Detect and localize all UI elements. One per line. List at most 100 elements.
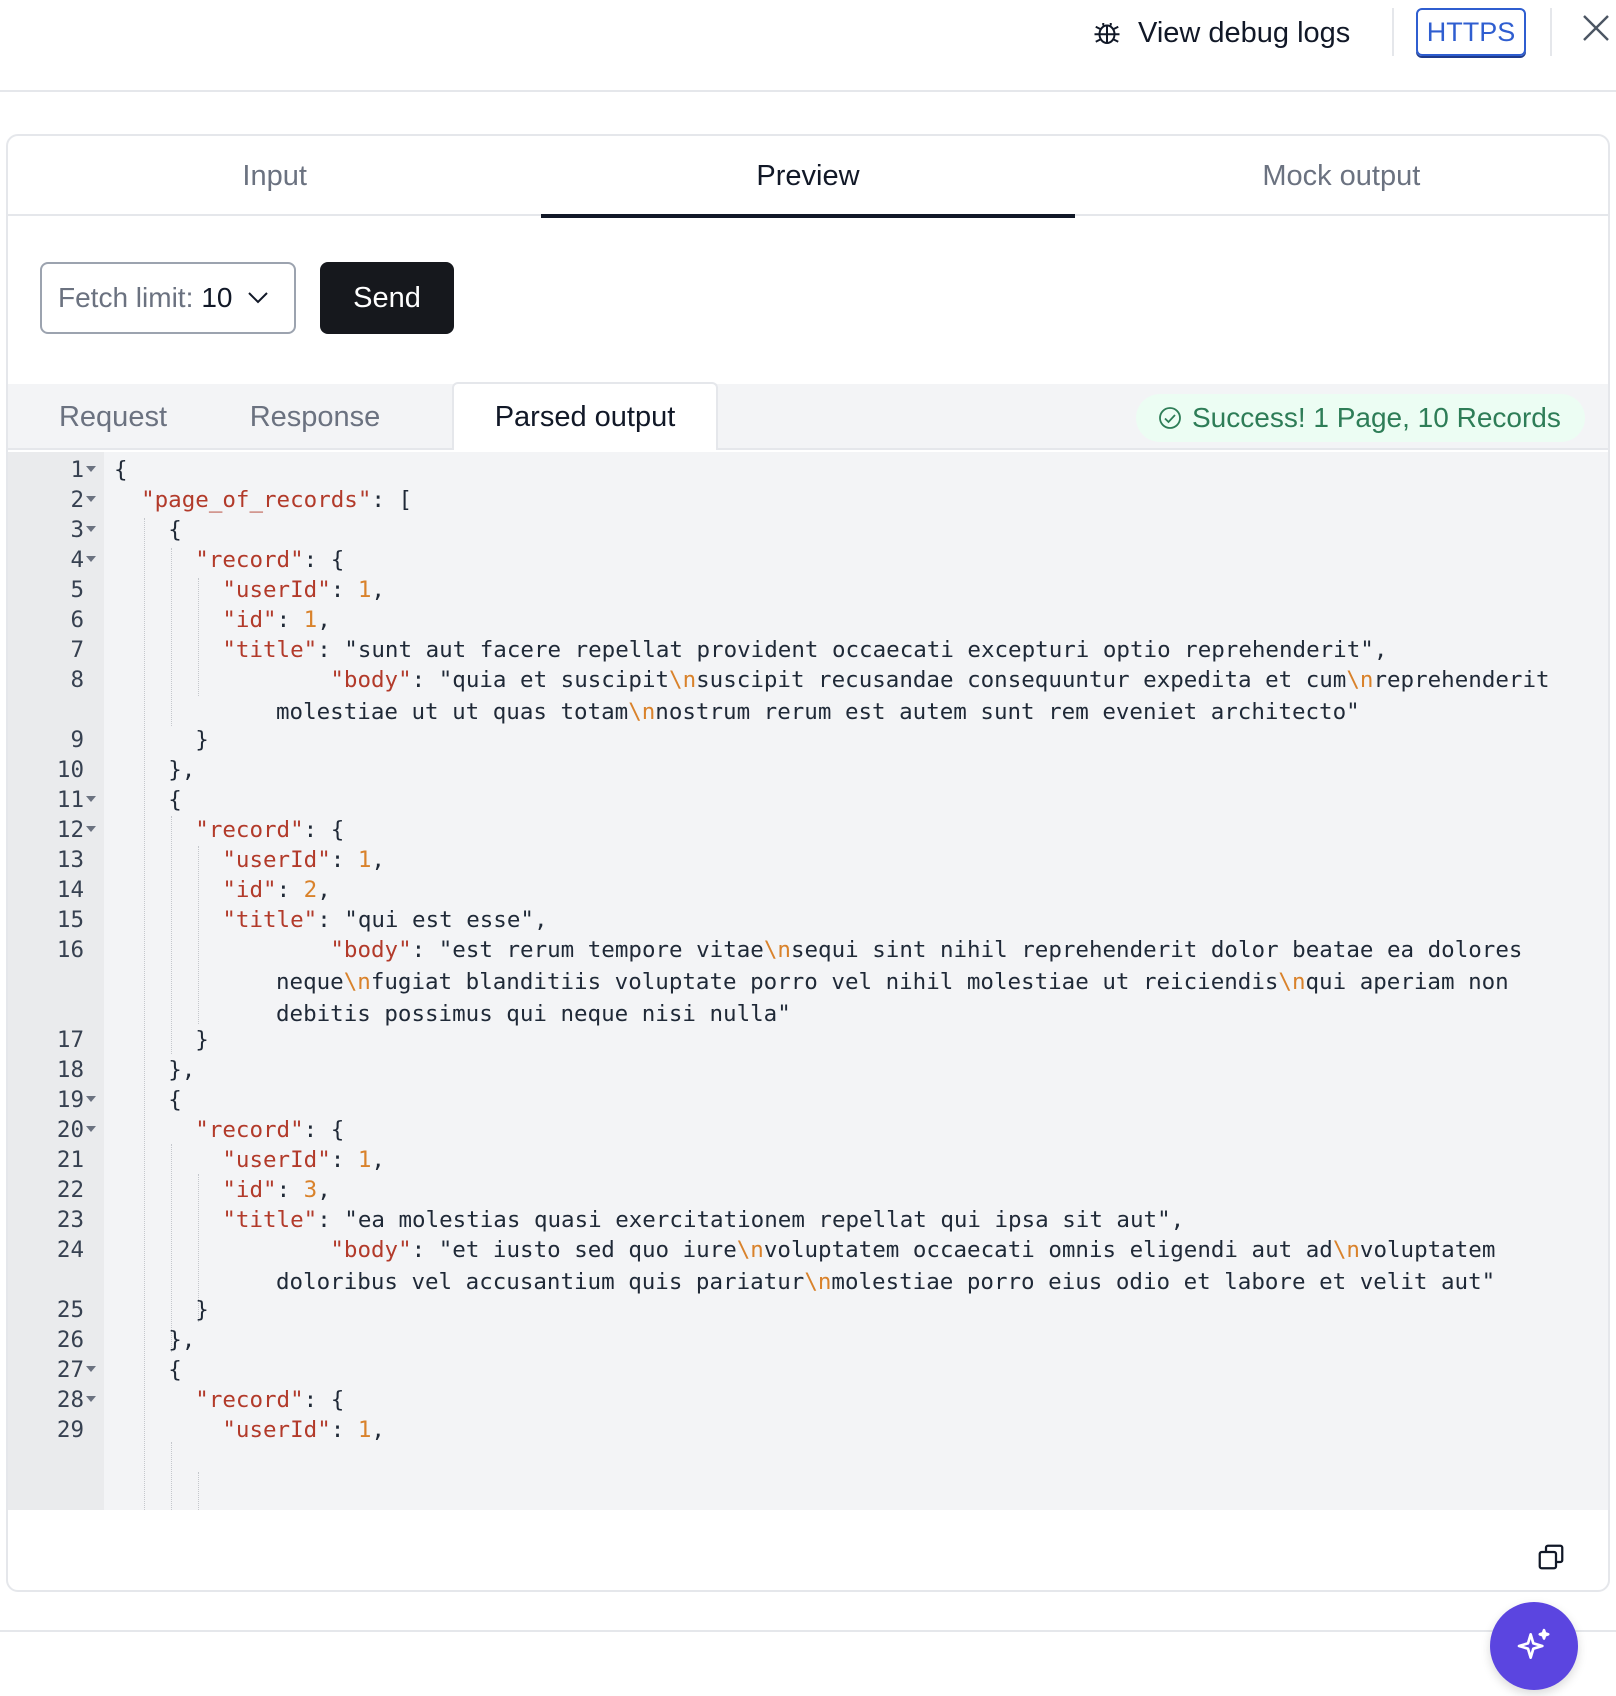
code-line: 7 "title": "sunt aut facere repellat pro… [8,634,1608,664]
json-key: "record" [195,547,304,573]
send-button[interactable]: Send [320,262,454,334]
escape-sequence: \n [763,937,791,963]
line-number: 16 [56,937,84,963]
code-line: 1 { [8,454,1608,484]
divider [1392,8,1394,56]
escape-sequence: \n [343,969,371,995]
line-number: 10 [56,757,84,783]
json-key: "id" [222,1177,277,1203]
line-number: 22 [56,1177,84,1203]
main-tabs: Input Preview Mock output [8,136,1608,218]
json-string: "quia et suscipit [438,667,670,693]
json-number: 2 [303,877,318,903]
status-badge: Success! 1 Page, 10 Records [1136,394,1585,442]
ai-assistant-button[interactable] [1490,1602,1578,1690]
fold-arrow-icon[interactable] [86,1126,96,1132]
json-string: nostrum rerum est autem sunt rem eveniet… [655,699,1360,725]
line-number: 13 [56,847,84,873]
line-number: 28 [56,1387,84,1413]
line-number: 20 [56,1117,84,1143]
code-text: "id": 2, [222,877,331,903]
close-icon[interactable] [1580,12,1612,44]
code-line: 20 "record": { [8,1114,1608,1144]
tab-preview[interactable]: Preview [541,136,1075,218]
json-string: "et iusto sed quo iure [438,1237,737,1263]
line-number: 17 [56,1027,84,1053]
json-key: "id" [222,607,277,633]
json-string: suscipit recusandae consequuntur expedit… [696,667,1347,693]
json-number: 1 [357,1417,372,1443]
code-text: }, [114,1327,196,1353]
code-text: { [114,1087,182,1113]
code-text: } [114,727,209,753]
fold-arrow-icon[interactable] [86,556,96,562]
escape-sequence: \n [1278,969,1306,995]
line-number: 24 [56,1237,84,1263]
fetch-limit-value: 10 [201,282,233,313]
json-key: "body" [330,667,412,693]
fetch-limit-label: Fetch limit: [58,282,194,313]
copy-icon[interactable] [1536,1542,1566,1572]
code-line: 24 "body": "et iusto sed quo iure\nvolup… [8,1234,1608,1295]
json-viewer[interactable]: 1 { 2 "page_of_records": [ 3 { 4 "record… [8,452,1608,1510]
code-text: "record": { [195,817,345,843]
chevron-down-icon [247,292,268,304]
code-text: "record": { [195,547,345,573]
code-text: } [114,1027,209,1053]
fold-arrow-icon[interactable] [86,496,96,502]
code-line: 13 "userId": 1, [8,844,1608,874]
json-number: 1 [357,1147,372,1173]
tab-request[interactable]: Request [38,384,188,450]
line-number: 29 [56,1417,84,1443]
code-text: }, [114,1057,196,1083]
code-line: 11 { [8,784,1608,814]
code-text: "id": 3, [222,1177,331,1203]
code-lines: 1 { 2 "page_of_records": [ 3 { 4 "record… [8,454,1608,1444]
code-line: 18 }, [8,1054,1608,1084]
escape-sequence: \n [804,1269,832,1295]
code-line: 3 { [8,514,1608,544]
fold-arrow-icon[interactable] [86,826,96,832]
code-line: 28 "record": { [8,1384,1608,1414]
fold-arrow-icon[interactable] [86,1396,96,1402]
line-number: 19 [56,1087,84,1113]
fold-arrow-icon[interactable] [86,1366,96,1372]
json-key: "record" [195,1117,304,1143]
json-key: "userId" [222,1417,331,1443]
tab-response[interactable]: Response [230,384,400,450]
json-key: "userId" [222,1147,331,1173]
line-number: 7 [70,637,84,663]
line-number: 25 [56,1297,84,1323]
code-text: "page_of_records": [ [141,487,413,513]
code-line: 22 "id": 3, [8,1174,1608,1204]
code-text: }, [114,757,196,783]
view-debug-logs-link[interactable]: View debug logs [1092,12,1350,54]
code-text: "body": "et iusto sed quo iure\nvoluptat… [276,1237,1509,1295]
tab-input[interactable]: Input [8,136,541,216]
json-key: "body" [330,937,412,963]
escape-sequence: \n [1332,1237,1360,1263]
line-number: 6 [70,607,84,633]
sparkle-icon [1517,1628,1550,1659]
line-number: 1 [70,457,84,483]
fetch-limit-select[interactable]: Fetch limit: 10 [40,262,296,334]
https-badge[interactable]: HTTPS [1416,8,1526,56]
json-key: "page_of_records" [141,487,372,513]
fold-arrow-icon[interactable] [86,1096,96,1102]
code-line: 15 "title": "qui est esse", [8,904,1608,934]
fold-arrow-icon[interactable] [86,466,96,472]
code-text: "body": "est rerum tempore vitae\nsequi … [276,937,1536,1027]
fold-arrow-icon[interactable] [86,796,96,802]
tab-parsed-output[interactable]: Parsed output [452,382,718,450]
json-key: "title" [222,637,318,663]
json-string: "ea molestias quasi exercitationem repel… [344,1207,1171,1233]
json-string: "sunt aut facere repellat provident occa… [344,637,1374,663]
code-line: 10 }, [8,754,1608,784]
bug-icon [1094,23,1120,44]
tab-mock-output[interactable]: Mock output [1075,136,1608,216]
fold-arrow-icon[interactable] [86,526,96,532]
json-key: "body" [330,1237,412,1263]
code-text: "title": "sunt aut facere repellat provi… [222,637,1388,663]
code-line: 14 "id": 2, [8,874,1608,904]
code-text: { [114,787,182,813]
